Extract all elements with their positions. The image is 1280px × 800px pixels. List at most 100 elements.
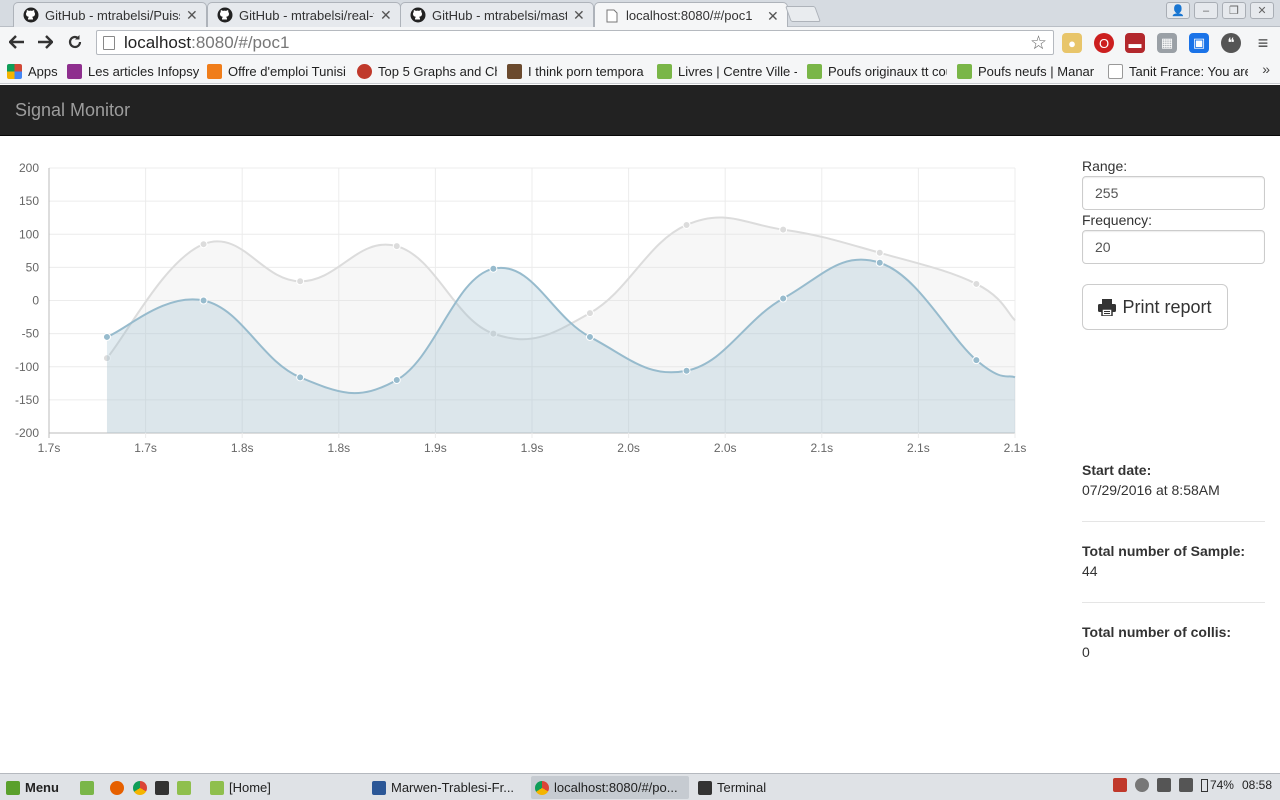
chrome-launcher[interactable] (129, 776, 151, 799)
data-point (199, 240, 208, 249)
bookmark-job-offer[interactable]: Offre d'emploi Tunisi (207, 62, 347, 80)
extension-calendar-icon[interactable]: ▣ (1189, 33, 1209, 53)
y-tick-label: -150 (15, 393, 39, 407)
github-icon (217, 7, 233, 23)
page-icon (1108, 63, 1123, 79)
x-tick-label: 1.8s (327, 441, 350, 455)
bookmark-tanit[interactable]: Tanit France: You are (1108, 62, 1248, 80)
bookmark-article[interactable]: I think porn tempora (507, 62, 647, 80)
page-icon (103, 35, 115, 50)
extension-cookie-icon[interactable]: ● (1062, 33, 1082, 53)
bookmark-livres[interactable]: Livres | Centre Ville - (657, 62, 797, 80)
terminal-launcher[interactable] (151, 776, 173, 799)
x-tick-label: 1.9s (424, 441, 447, 455)
profile-icon[interactable]: 👤 (1166, 2, 1190, 19)
mint-logo-icon (6, 780, 20, 795)
taskbar-window-terminal[interactable]: Terminal (694, 776, 850, 799)
close-icon[interactable]: ✕ (767, 9, 779, 23)
folder-icon (210, 780, 224, 795)
range-label: Range: (1082, 158, 1128, 174)
bookmark-poufs-originaux[interactable]: Poufs originaux tt cou (807, 62, 947, 80)
apps-grid-icon (7, 63, 22, 79)
user-icon[interactable] (1134, 778, 1149, 792)
close-icon[interactable]: ✕ (380, 8, 392, 22)
maximize-icon[interactable]: ❐ (1222, 2, 1246, 19)
job-offer-icon (207, 63, 222, 79)
menu-hamburger-icon[interactable]: ≡ (1253, 33, 1273, 53)
files-launcher[interactable] (173, 776, 195, 799)
data-point (296, 373, 305, 382)
data-point (102, 332, 111, 341)
folder-icon (177, 780, 191, 795)
taskbar-window-document[interactable]: Marwen-Trablesi-Fr... (368, 776, 524, 799)
bookmark-poufs-neufs[interactable]: Poufs neufs | Manar (957, 62, 1095, 80)
url-path: :8080/#/poc1 (191, 32, 290, 52)
y-tick-label: 100 (19, 227, 39, 241)
close-window-icon[interactable]: ✕ (1250, 2, 1274, 19)
start-menu-button[interactable]: Menu (2, 776, 72, 799)
address-bar[interactable]: localhost:8080/#/poc1 ☆ (96, 30, 1054, 55)
show-desktop-icon[interactable] (76, 776, 98, 799)
app-brand[interactable]: Signal Monitor (15, 100, 130, 121)
extension-hangouts-icon[interactable]: ❝ (1221, 33, 1241, 53)
bookmark-graphs[interactable]: Top 5 Graphs and Ch (357, 62, 497, 80)
taskbar-window-chrome[interactable]: localhost:8080/#/po... (531, 776, 689, 799)
shop-icon (657, 63, 672, 79)
github-icon (410, 7, 426, 23)
desktop-icon (80, 780, 94, 795)
range-input[interactable] (1082, 176, 1265, 210)
bookmark-apps[interactable]: Apps (7, 62, 62, 80)
browser-tab-1[interactable]: GitHub - mtrabelsi/Puissa ✕ (13, 2, 207, 27)
terminal-icon (155, 780, 169, 795)
new-tab-button[interactable] (785, 6, 821, 22)
y-tick-label: -100 (15, 360, 39, 374)
volume-icon[interactable] (1178, 778, 1193, 792)
divider (1082, 602, 1265, 603)
browser-tab-3[interactable]: GitHub - mtrabelsi/maste ✕ (400, 2, 594, 27)
frequency-input[interactable] (1082, 230, 1265, 264)
wifi-icon[interactable] (1156, 778, 1171, 792)
browser-toolbar: localhost:8080/#/poc1 ☆ ● O ▬ ▦ ▣ ❝ ≡ (0, 27, 1280, 58)
shop-icon (957, 63, 972, 79)
forward-arrow-icon[interactable] (34, 31, 56, 53)
shield-icon[interactable] (1112, 778, 1127, 792)
back-arrow-icon[interactable] (6, 31, 28, 53)
browser-tab-2[interactable]: GitHub - mtrabelsi/real-ti ✕ (207, 2, 401, 27)
firefox-launcher[interactable] (106, 776, 128, 799)
clock[interactable]: 08:58 (1242, 778, 1272, 792)
x-tick-label: 2.1s (1004, 441, 1027, 455)
samples-value: 44 (1082, 563, 1098, 579)
data-point (489, 264, 498, 273)
extension-puzzle-icon[interactable]: ▦ (1157, 33, 1177, 53)
terminal-icon (698, 780, 712, 795)
print-report-button[interactable]: Print report (1082, 284, 1228, 330)
tab-title: localhost:8080/#/poc1 (626, 8, 753, 23)
y-tick-label: 200 (19, 161, 39, 175)
data-point (972, 279, 981, 288)
battery-icon[interactable]: 74% (1200, 778, 1234, 792)
more-bookmarks-icon[interactable]: » (1262, 61, 1270, 77)
minimize-icon[interactable]: – (1194, 2, 1218, 19)
data-point (682, 220, 691, 229)
tab-title: GitHub - mtrabelsi/Puissa (45, 7, 180, 23)
taskbar-window-home[interactable]: [Home] (206, 776, 362, 799)
app-navbar: Signal Monitor (0, 85, 1280, 136)
shop-icon (807, 63, 822, 79)
collis-label: Total number of collis: (1082, 624, 1232, 640)
bookmark-infopsy[interactable]: Les articles Infopsy (67, 62, 199, 80)
extension-opera-icon[interactable]: O (1094, 33, 1114, 53)
x-tick-label: 1.8s (231, 441, 254, 455)
close-icon[interactable]: ✕ (573, 8, 585, 22)
x-tick-label: 2.0s (714, 441, 737, 455)
start-date-value: 07/29/2016 at 8:58AM (1082, 482, 1220, 498)
bookmark-star-icon[interactable]: ☆ (1030, 32, 1047, 55)
data-point (199, 296, 208, 305)
browser-tab-strip: GitHub - mtrabelsi/Puissa ✕ GitHub - mtr… (0, 0, 1280, 28)
start-date-label: Start date: (1082, 462, 1152, 478)
extension-couch-icon[interactable]: ▬ (1125, 33, 1145, 53)
close-icon[interactable]: ✕ (186, 8, 198, 22)
print-report-label: Print report (1122, 296, 1212, 317)
reload-icon[interactable] (64, 31, 86, 53)
data-point (972, 356, 981, 365)
browser-tab-4-active[interactable]: localhost:8080/#/poc1 ✕ (594, 2, 788, 28)
